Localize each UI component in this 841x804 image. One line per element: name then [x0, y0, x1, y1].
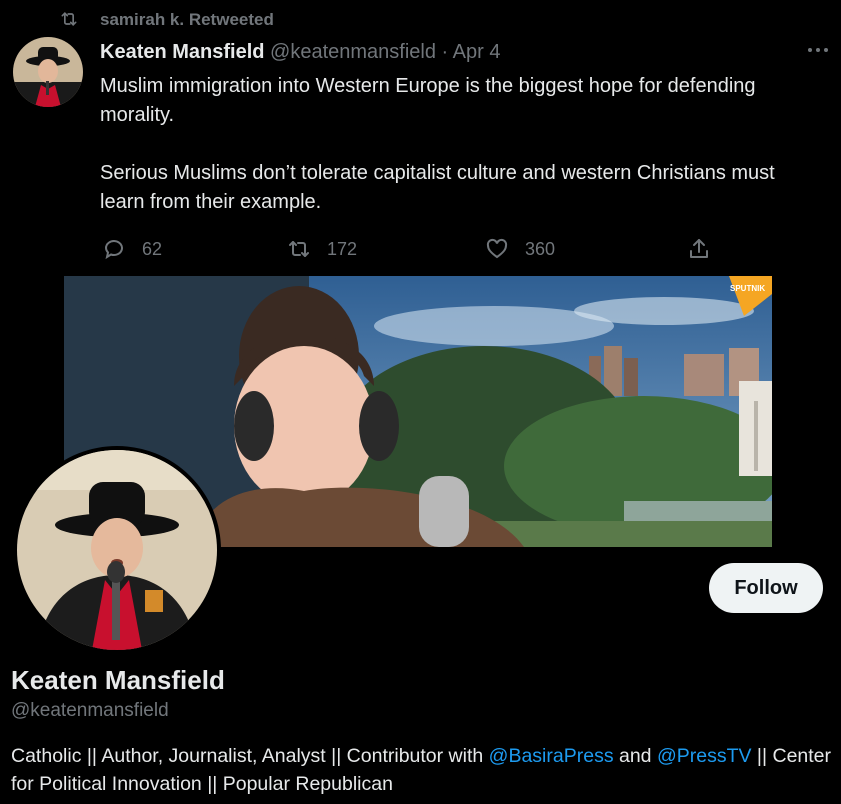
reply-count: 62 [142, 238, 163, 259]
heart-icon [486, 238, 508, 259]
reply-icon [104, 240, 123, 260]
share-icon [690, 239, 708, 258]
sputnik-watermark: SPUTNIK [730, 284, 765, 293]
profile-bio: Catholic || Author, Journalist, Analyst … [11, 742, 836, 798]
more-icon[interactable] [806, 40, 830, 60]
retweeted-by-label[interactable]: samirah k. Retweeted [100, 10, 274, 30]
like-count: 360 [525, 238, 556, 259]
retweet-button[interactable]: 172 [287, 236, 357, 262]
meta-separator: · [436, 41, 453, 63]
reply-button[interactable]: 62 [102, 236, 162, 262]
bio-text: and [613, 745, 657, 767]
bio-text: Catholic || Author, Journalist, Analyst … [11, 745, 489, 767]
mention-link[interactable]: @PressTV [657, 745, 752, 767]
author-name[interactable]: Keaten Mansfield [100, 41, 264, 63]
tweet-text: Muslim immigration into Western Europe i… [100, 72, 820, 217]
profile-avatar[interactable] [13, 446, 221, 654]
retweet-icon [61, 12, 77, 26]
tweet-author-line: Keaten Mansfield @keatenmansfield · Apr … [100, 41, 500, 64]
retweet-count: 172 [327, 238, 358, 259]
like-button[interactable]: 360 [485, 236, 555, 262]
follow-button[interactable]: Follow [709, 563, 823, 613]
tweet-paragraph: Serious Muslims don’t tolerate capitalis… [100, 162, 775, 213]
mention-link[interactable]: @BasiraPress [489, 745, 614, 767]
author-handle[interactable]: @keatenmansfield [270, 41, 436, 63]
tweet-paragraph: Muslim immigration into Western Europe i… [100, 75, 756, 126]
author-avatar[interactable] [13, 37, 83, 107]
tweet-date[interactable]: Apr 4 [453, 41, 501, 63]
retweet-icon [289, 241, 309, 257]
profile-handle: @keatenmansfield [11, 700, 169, 721]
share-button[interactable] [687, 236, 727, 262]
profile-name: Keaten Mansfield [11, 665, 225, 695]
